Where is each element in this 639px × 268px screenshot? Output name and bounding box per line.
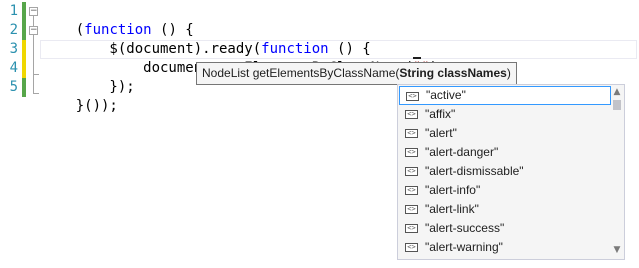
- line-number: 1: [9, 3, 18, 19]
- signature-help-tooltip: NodeList getElementsByClassName(String c…: [196, 62, 517, 85]
- completion-scrollbar[interactable]: ▲ ▼: [611, 86, 623, 258]
- signature-current-param: String classNames: [399, 66, 507, 80]
- code-line-5[interactable]: }());: [42, 78, 118, 135]
- line-number: 4: [9, 60, 18, 76]
- completion-item[interactable]: <> "alert-warning": [399, 238, 611, 257]
- line-number: 3: [9, 41, 18, 57]
- completion-item[interactable]: <> "alert-success": [399, 219, 611, 238]
- collapse-icon[interactable]: −: [29, 26, 38, 35]
- outline-end: [33, 93, 39, 94]
- unsaved-change-marker: [22, 59, 26, 78]
- completion-item-label: "alert-link": [425, 202, 479, 216]
- completion-item[interactable]: <> "alert-info": [399, 181, 611, 200]
- scroll-thumb[interactable]: [613, 100, 621, 110]
- css-class-icon: <>: [405, 129, 418, 138]
- completion-item[interactable]: <> "alert": [399, 124, 611, 143]
- completion-item-label: "alert-danger": [425, 145, 499, 159]
- css-class-icon: <>: [405, 148, 418, 157]
- completion-item[interactable]: <> "alert-link": [399, 200, 611, 219]
- css-class-icon: <>: [405, 186, 418, 195]
- saved-change-marker: [22, 21, 26, 40]
- completion-item[interactable]: <> "alert-dismissable": [399, 162, 611, 181]
- completion-item[interactable]: <> "alert-danger": [399, 143, 611, 162]
- completion-item-label: "alert": [425, 126, 457, 140]
- completion-item-label: "affix": [425, 107, 456, 121]
- completion-item-label: "alert-warning": [425, 240, 503, 254]
- css-class-icon: <>: [405, 205, 418, 214]
- completion-item[interactable]: <> "active": [399, 86, 611, 105]
- outline-end: [33, 74, 39, 75]
- completion-item[interactable]: <> "affix": [399, 105, 611, 124]
- completion-list[interactable]: <> "active" <> "affix" <> "alert" <> "alert-…: [397, 84, 625, 260]
- css-class-icon: <>: [405, 224, 418, 233]
- text-caret: [413, 57, 421, 59]
- css-class-icon: <>: [405, 243, 418, 252]
- scroll-up-icon[interactable]: ▲: [612, 86, 622, 98]
- line-number: 5: [9, 79, 18, 95]
- completion-item-label: "alert-dismissable": [425, 164, 524, 178]
- signature-text: ): [506, 66, 511, 80]
- code-token: }());: [75, 98, 118, 114]
- unsaved-change-marker: [22, 40, 26, 59]
- saved-change-marker: [22, 2, 26, 21]
- css-class-icon: <>: [406, 92, 419, 101]
- css-class-icon: <>: [405, 110, 418, 119]
- line-number: 2: [9, 22, 18, 38]
- scroll-down-icon[interactable]: ▼: [612, 244, 622, 256]
- signature-text: NodeList getElementsByClassName(: [202, 66, 400, 80]
- saved-change-marker: [22, 78, 26, 97]
- collapse-icon[interactable]: −: [29, 7, 38, 16]
- completion-item-label: "alert-info": [425, 183, 481, 197]
- completion-item-label: "alert-success": [425, 221, 505, 235]
- css-class-icon: <>: [405, 167, 418, 176]
- completion-item-label: "active": [426, 88, 466, 102]
